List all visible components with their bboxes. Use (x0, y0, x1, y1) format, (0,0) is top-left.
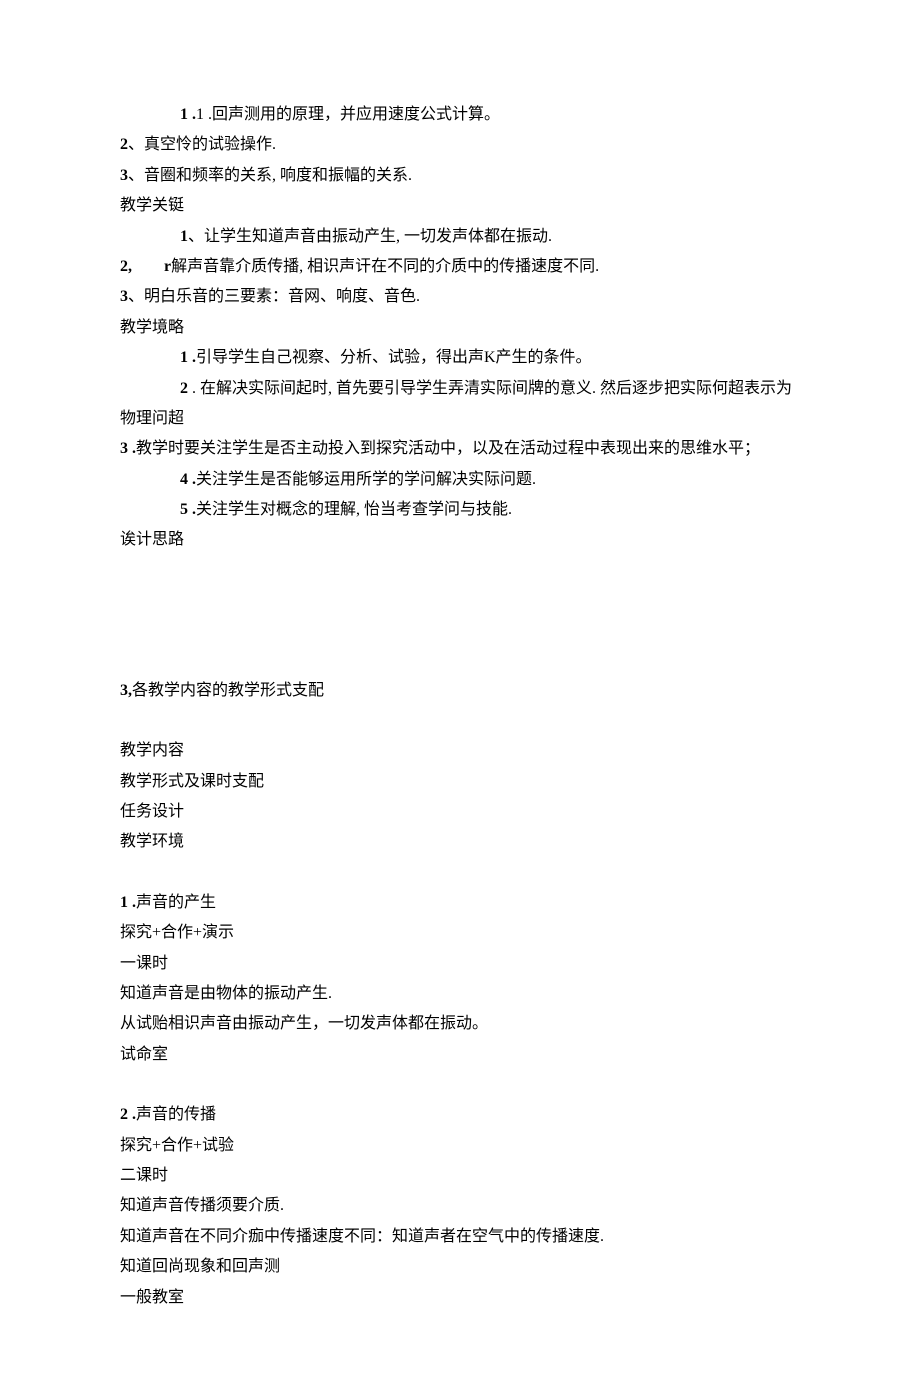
item1-task1: 知道声音是由物体的振动产生. (120, 979, 800, 1009)
num: 1 . (180, 349, 196, 366)
line-key-3: 3、明白乐音的三要素：音网、响度、音色. (120, 282, 800, 312)
section3-title: 3,各教学内容的教学形式支配 (120, 676, 800, 706)
num: 5 . (180, 501, 196, 518)
num: 1 . (180, 106, 196, 123)
line-strategy-3: 3 .教学时要关注学生是否主动投入到探究活动中，以及在活动过程中表现出来的思维水… (120, 434, 800, 464)
heading-strategy: 教学境略 (120, 313, 800, 343)
line-strategy-2a: 2 . 在解决实际间起时, 首先要引导学生弄清实际间牌的意义. 然后逐步把实际何… (120, 374, 800, 404)
item2-task3: 知道回尚现象和回声测 (120, 1252, 800, 1282)
table-header-env: 教学环境 (120, 827, 800, 857)
item1-env: 试命室 (120, 1040, 800, 1070)
text: 、明白乐音的三要素：音网、响度、音色. (128, 288, 420, 305)
table-header-task: 任务设计 (120, 797, 800, 827)
line-strategy-5: 5 .关注学生对概念的理解, 怡当考查学问与技能. (120, 495, 800, 525)
item2-task2: 知道声音在不同介痂中传播速度不同：知道声者在空气中的传播速度. (120, 1222, 800, 1252)
num: 3 (120, 167, 128, 184)
item1-form: 探究+合作+演示 (120, 918, 800, 948)
text: 1 .回声测用的原理，并应用速度公式计算。 (196, 106, 500, 123)
item1-title: 1 .声音的产生 (120, 888, 800, 918)
num: 2 . (120, 1106, 136, 1123)
table-header-content: 教学内容 (120, 736, 800, 766)
text: 关注学生对概念的理解, 怡当考查学问与技能. (196, 501, 512, 518)
line-strategy-2b: 物理问超 (120, 404, 800, 434)
text: 、真空怜的试验操作. (128, 136, 276, 153)
num: 2 (180, 380, 192, 397)
num: 3 (120, 288, 128, 305)
item2-period: 二课时 (120, 1161, 800, 1191)
text: 声音的传播 (136, 1106, 216, 1123)
item1-period: 一课时 (120, 949, 800, 979)
line-echo-principle: 1 .1 .回声测用的原理，并应用速度公式计算。 (120, 100, 800, 130)
text: 教学时要关注学生是否主动投入到探究活动中，以及在活动过程中表现出来的思维水平； (136, 440, 760, 457)
text: 关注学生是否能够运用所学的学问解决实际问题. (196, 471, 536, 488)
heading-design: 诶计思路 (120, 525, 800, 555)
item2-title: 2 .声音的传播 (120, 1100, 800, 1130)
text: 、让学生知道声音由振动产生, 一切发声体都在振动. (188, 228, 552, 245)
item2-env: 一般教室 (120, 1283, 800, 1313)
line-key-2: 2, r解声音靠介质传播, 相识声讦在不同的介质中的传播速度不同. (120, 252, 800, 282)
num: 2, r (120, 258, 171, 275)
item1-task2: 从试贻相识声音由振动产生，一切发声体都在振动。 (120, 1009, 800, 1039)
table-header-form: 教学形式及课时支配 (120, 767, 800, 797)
num: 1 (180, 228, 188, 245)
line-key-1: 1、让学生知道声音由振动产生, 一切发声体都在振动. (120, 222, 800, 252)
heading-key: 教学关铤 (120, 191, 800, 221)
num: 4 . (180, 471, 196, 488)
text: . 在解决实际间起时, 首先要引导学生弄清实际间牌的意义. 然后逐步把实际何超表… (192, 380, 792, 397)
text: 各教学内容的教学形式支配 (132, 682, 324, 699)
num: 3 . (120, 440, 136, 457)
num: 1 . (120, 894, 136, 911)
line-strategy-4: 4 .关注学生是否能够运用所学的学问解决实际问题. (120, 465, 800, 495)
num: 3, (120, 682, 132, 699)
line-pitch-frequency: 3、音圈和频率的关系, 响度和振幅的关系. (120, 161, 800, 191)
text: 引导学生自己视察、分析、试验，得出声K产生的条件。 (196, 349, 592, 366)
item2-task1: 知道声音传播须要介质. (120, 1191, 800, 1221)
num: 2 (120, 136, 128, 153)
line-strategy-1: 1 .引导学生自己视察、分析、试验，得出声K产生的条件。 (120, 343, 800, 373)
text: 声音的产生 (136, 894, 216, 911)
line-vacuum-experiment: 2、真空怜的试验操作. (120, 130, 800, 160)
item2-form: 探究+合作+试验 (120, 1131, 800, 1161)
text: 、音圈和频率的关系, 响度和振幅的关系. (128, 167, 412, 184)
text: 解声音靠介质传播, 相识声讦在不同的介质中的传播速度不同. (171, 258, 599, 275)
